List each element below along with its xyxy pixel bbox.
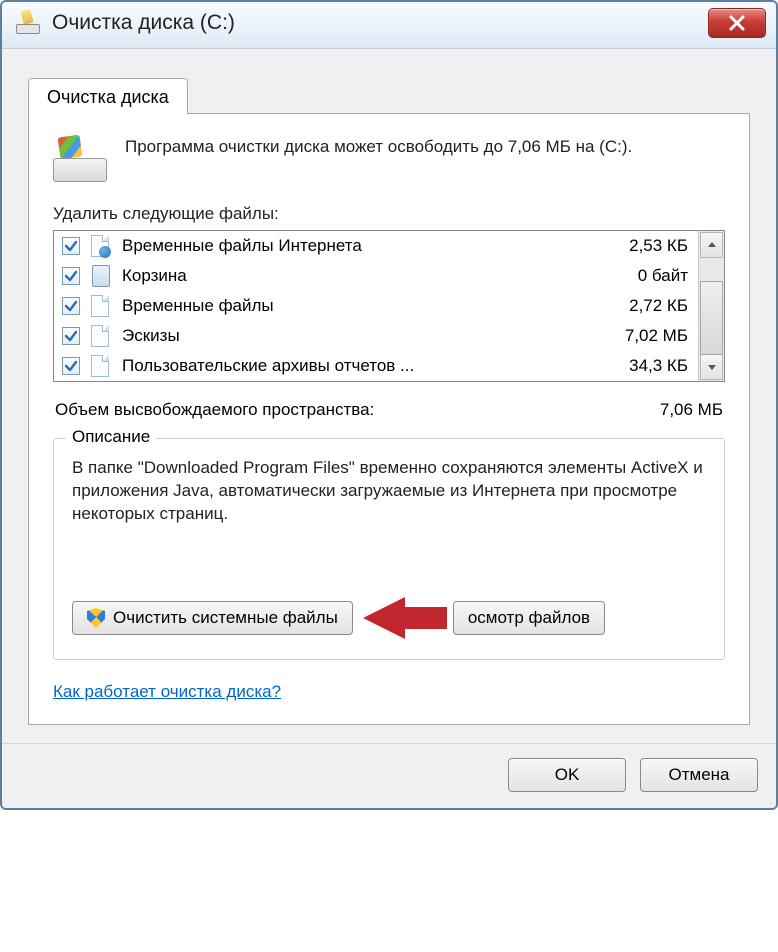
close-button[interactable] bbox=[708, 8, 766, 38]
cancel-button[interactable]: Отмена bbox=[640, 758, 758, 792]
file-list-row[interactable]: Корзина 0 байт bbox=[54, 261, 698, 291]
file-list-row[interactable]: Временные файлы 2,72 КБ bbox=[54, 291, 698, 321]
titlebar: Очистка диска (C:) bbox=[2, 2, 776, 49]
file-size: 0 байт bbox=[598, 266, 688, 286]
disk-cleanup-large-icon bbox=[53, 136, 109, 182]
internet-page-icon bbox=[90, 234, 112, 258]
scroll-track[interactable] bbox=[699, 259, 724, 353]
description-group: Описание В папке "Downloaded Program Fil… bbox=[53, 438, 725, 660]
file-size: 7,02 МБ bbox=[598, 326, 688, 346]
file-list-row[interactable]: Временные файлы Интернета 2,53 КБ bbox=[54, 231, 698, 261]
recycle-bin-icon bbox=[90, 264, 112, 288]
tab-disk-cleanup[interactable]: Очистка диска bbox=[28, 78, 188, 114]
file-size: 2,53 КБ bbox=[598, 236, 688, 256]
clean-system-files-button[interactable]: Очистить системные файлы bbox=[72, 601, 353, 635]
file-checkbox[interactable] bbox=[62, 357, 80, 375]
file-checkbox[interactable] bbox=[62, 267, 80, 285]
file-size: 2,72 КБ bbox=[598, 296, 688, 316]
page-icon bbox=[90, 354, 112, 378]
ok-button[interactable]: OK bbox=[508, 758, 626, 792]
disk-cleanup-icon bbox=[16, 12, 42, 34]
files-to-delete-label: Удалить следующие файлы: bbox=[53, 204, 725, 224]
scroll-thumb[interactable] bbox=[700, 281, 723, 355]
file-label: Пользовательские архивы отчетов ... bbox=[122, 356, 588, 376]
clean-system-files-label: Очистить системные файлы bbox=[113, 608, 338, 628]
total-space-value: 7,06 МБ bbox=[660, 400, 723, 420]
view-files-label: осмотр файлов bbox=[468, 608, 590, 628]
description-title: Описание bbox=[66, 427, 156, 447]
window-title: Очистка диска (C:) bbox=[52, 11, 235, 35]
intro-text: Программа очистки диска может освободить… bbox=[125, 136, 632, 182]
close-icon bbox=[727, 13, 747, 33]
dialog-footer: OK Отмена bbox=[2, 743, 776, 808]
dialog-window: Очистка диска (C:) Очистка диска Програм… bbox=[0, 0, 778, 810]
scroll-down-button[interactable] bbox=[700, 354, 723, 380]
cancel-label: Отмена bbox=[669, 765, 730, 785]
help-link[interactable]: Как работает очистка диска? bbox=[53, 682, 281, 701]
view-files-button[interactable]: осмотр файлов bbox=[453, 601, 605, 635]
file-label: Временные файлы bbox=[122, 296, 588, 316]
tab-panel: Программа очистки диска может освободить… bbox=[28, 113, 750, 725]
shield-icon bbox=[87, 608, 105, 628]
scrollbar bbox=[698, 231, 724, 381]
file-checkbox[interactable] bbox=[62, 327, 80, 345]
file-list-row[interactable]: Эскизы 7,02 МБ bbox=[54, 321, 698, 351]
scroll-up-button[interactable] bbox=[700, 232, 723, 258]
page-icon bbox=[90, 324, 112, 348]
file-label: Временные файлы Интернета bbox=[122, 236, 588, 256]
total-space-label: Объем высвобождаемого пространства: bbox=[55, 400, 374, 420]
file-list-row[interactable]: Пользовательские архивы отчетов ... 34,3 … bbox=[54, 351, 698, 381]
file-checkbox[interactable] bbox=[62, 297, 80, 315]
annotation-arrow-icon bbox=[363, 599, 447, 637]
file-list: Временные файлы Интернета 2,53 КБ Корзина 0… bbox=[53, 230, 725, 382]
file-label: Корзина bbox=[122, 266, 588, 286]
page-icon bbox=[90, 294, 112, 318]
file-label: Эскизы bbox=[122, 326, 588, 346]
ok-label: OK bbox=[555, 765, 580, 785]
description-text: В папке "Downloaded Program Files" време… bbox=[72, 457, 706, 587]
file-checkbox[interactable] bbox=[62, 237, 80, 255]
file-size: 34,3 КБ bbox=[598, 356, 688, 376]
